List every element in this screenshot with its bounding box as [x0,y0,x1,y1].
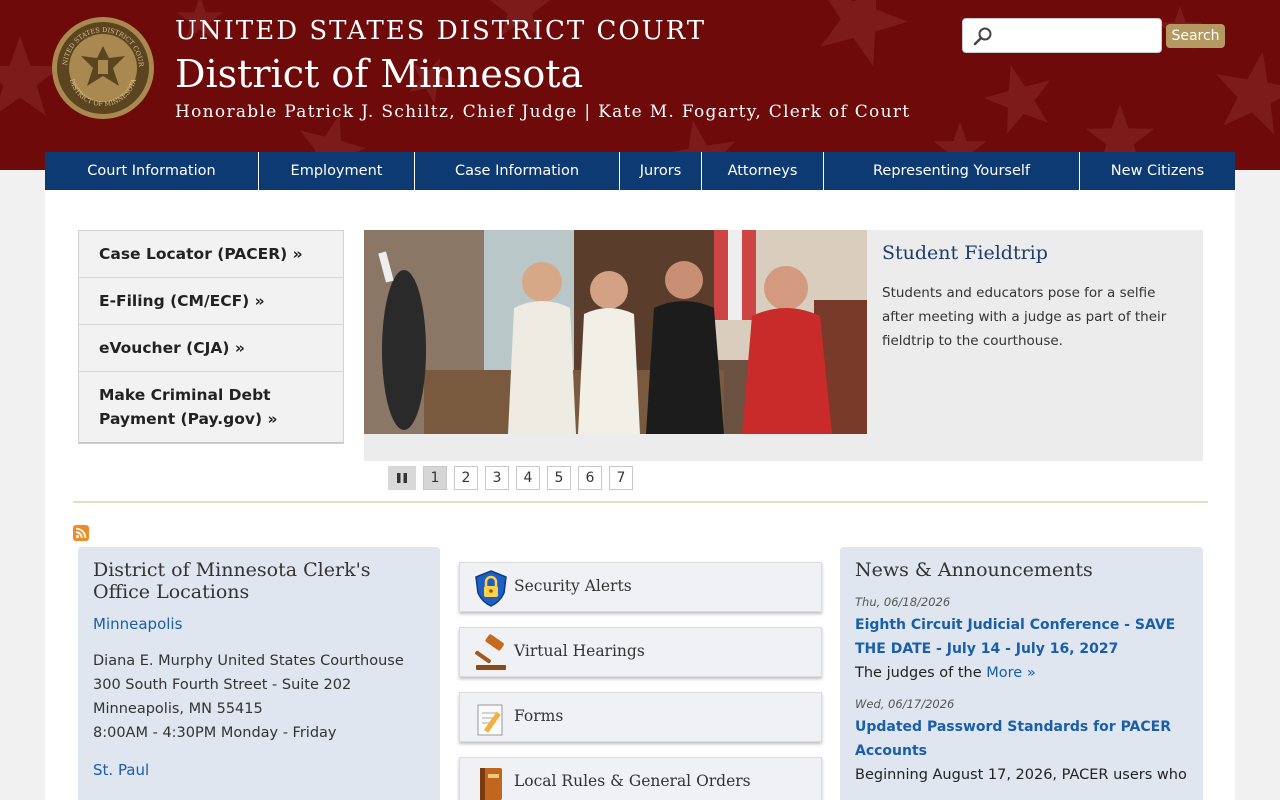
pager-page-1[interactable]: 1 [423,466,447,490]
locations-title: District of Minnesota Clerk's Office Loc… [93,559,371,603]
section-divider [73,501,1208,503]
address-line: Minneapolis, MN 55415 [93,701,263,717]
tile-security-alerts[interactable]: Security Alerts [459,562,822,612]
location-link-st-paul[interactable]: St. Paul [93,761,425,779]
quick-link-efiling[interactable]: E-Filing (CM/ECF) » [79,278,343,325]
lock-shield-icon [475,570,507,607]
nav-employment[interactable]: Employment [259,152,415,190]
nav-representing-yourself[interactable]: Representing Yourself [824,152,1080,190]
slideshow-pager: 1 2 3 4 5 6 7 [388,466,633,490]
book-icon [480,768,502,800]
nav-new-citizens[interactable]: New Citizens [1080,152,1235,190]
slideshow: Student Fieldtrip Students and educators… [364,230,1203,461]
news-snippet: The judges of the More » [855,661,1188,685]
location-link-minneapolis[interactable]: Minneapolis [93,615,425,633]
address-line: Diana E. Murphy United States Courthouse [93,653,404,669]
pager-page-2[interactable]: 2 [454,466,478,490]
district-name[interactable]: District of Minnesota [175,52,583,96]
tile-local-rules[interactable]: Local Rules & General Orders [459,757,822,800]
site-header: UNITED STATES DISTRICT COURT DISTRICT OF… [0,0,1280,170]
search-icon [973,27,992,46]
news-headline-link[interactable]: Eighth Circuit Judicial Conference - SAV… [855,613,1188,661]
quick-links: Case Locator (PACER) » E-Filing (CM/ECF)… [78,230,344,444]
search-input[interactable] [997,23,1157,49]
news-headline-link[interactable]: Updated Password Standards for PACER Acc… [855,715,1188,763]
search-button[interactable]: Search [1166,24,1225,48]
court-name: UNITED STATES DISTRICT COURT [175,16,707,46]
clerk-office-locations: District of Minnesota Clerk's Office Loc… [78,547,440,800]
news-snippet-text: The judges of the [855,665,982,681]
rss-icon[interactable] [73,525,89,541]
nav-case-information[interactable]: Case Information [415,152,620,190]
tile-label: Local Rules & General Orders [514,772,751,790]
quick-link-pacer[interactable]: Case Locator (PACER) » [79,231,343,278]
news-snippet: Beginning August 17, 2026, PACER users w… [855,767,1187,783]
nav-court-information[interactable]: Court Information [45,152,259,190]
gavel-icon [475,634,506,670]
tile-label: Security Alerts [514,577,632,595]
tile-label: Forms [514,707,564,725]
search-box [962,18,1162,53]
form-pencil-icon [477,704,503,736]
quick-link-criminal-debt-payment[interactable]: Make Criminal Debt Payment (Pay.gov) » [79,372,343,443]
news-announcements: News & Announcements Thu, 06/18/2026 Eig… [840,547,1203,800]
tile-virtual-hearings[interactable]: Virtual Hearings [459,627,822,677]
judge-clerk-line: Honorable Patrick J. Schiltz, Chief Judg… [175,102,911,122]
news-more-link[interactable]: More » [986,665,1035,681]
news-title: News & Announcements [855,559,1093,581]
address-line: 300 South Fourth Street - Suite 202 [93,677,352,693]
pager-page-7[interactable]: 7 [609,466,633,490]
nav-attorneys[interactable]: Attorneys [702,152,824,190]
news-date: Thu, 06/18/2026 [855,595,951,609]
main-navigation: Court Information Employment Case Inform… [45,152,1235,190]
tile-forms[interactable]: Forms [459,692,822,742]
court-seal-logo[interactable]: UNITED STATES DISTRICT COURT DISTRICT OF… [48,10,155,120]
nav-jurors[interactable]: Jurors [620,152,702,190]
news-date: Wed, 06/17/2026 [855,697,955,711]
slide-title[interactable]: Student Fieldtrip [882,242,1048,264]
pager-page-5[interactable]: 5 [547,466,571,490]
pager-page-4[interactable]: 4 [516,466,540,490]
tile-label: Virtual Hearings [514,642,645,660]
pager-page-6[interactable]: 6 [578,466,602,490]
office-hours: 8:00AM - 4:30PM Monday - Friday [93,725,337,741]
minneapolis-address: Diana E. Murphy United States Courthouse… [93,649,425,745]
pager-page-3[interactable]: 3 [485,466,509,490]
slide-caption: Students and educators pose for a selfie… [882,285,1167,349]
pause-icon [397,473,407,483]
quick-link-evoucher[interactable]: eVoucher (CJA) » [79,325,343,372]
slide-photo[interactable] [364,230,867,434]
pause-button[interactable] [388,466,416,490]
